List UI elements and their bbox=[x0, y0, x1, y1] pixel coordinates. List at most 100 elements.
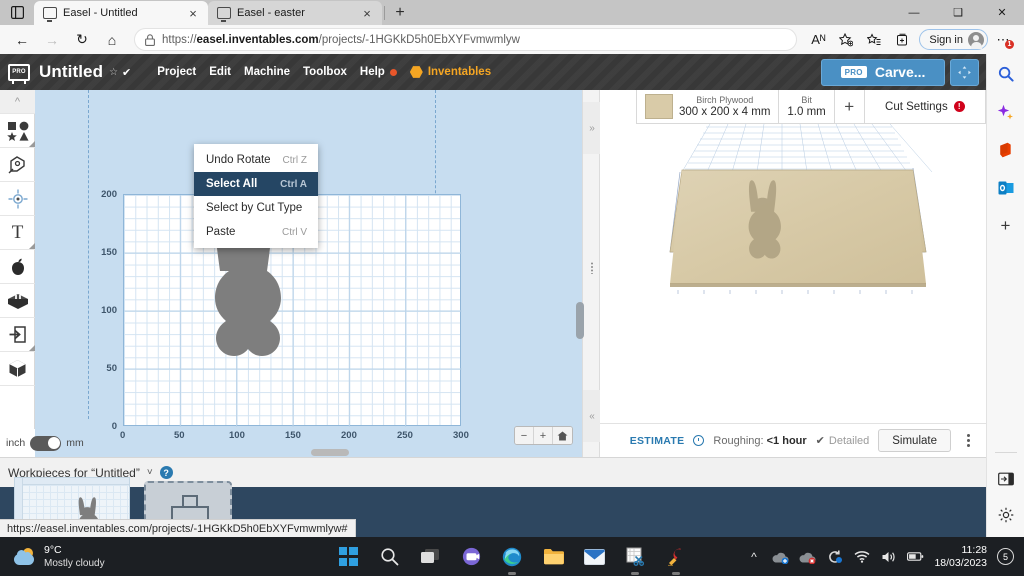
copilot-icon[interactable] bbox=[992, 98, 1020, 126]
mail-icon[interactable] bbox=[582, 545, 606, 569]
settings-gear-icon[interactable] bbox=[992, 501, 1020, 529]
menu-machine[interactable]: Machine bbox=[244, 66, 290, 78]
fullscreen-icon[interactable] bbox=[950, 58, 979, 86]
volume-icon[interactable] bbox=[880, 548, 897, 565]
carve-button[interactable]: PRO Carve... bbox=[821, 58, 945, 86]
notification-badge[interactable]: 5 bbox=[997, 548, 1014, 565]
cut-settings-label: Cut Settings bbox=[885, 100, 948, 113]
material-name: Birch Plywood bbox=[696, 95, 754, 105]
menu-edit[interactable]: Edit bbox=[209, 66, 231, 78]
back-icon[interactable]: ← bbox=[8, 28, 36, 52]
antivirus-icon[interactable] bbox=[799, 548, 816, 565]
url-input[interactable]: https://easel.inventables.com/projects/-… bbox=[134, 28, 798, 51]
taskbar-clock[interactable]: 11:28 18/03/2023 bbox=[934, 544, 987, 570]
panel-divider: » « bbox=[576, 90, 601, 457]
star-plus-icon[interactable] bbox=[833, 28, 859, 52]
home-icon[interactable]: ⌂ bbox=[98, 28, 126, 52]
bit-cell[interactable]: Bit 1.0 mm bbox=[779, 89, 835, 124]
weather-widget[interactable]: 9°C Mostly cloudy bbox=[0, 544, 105, 570]
sign-in-button[interactable]: Sign in bbox=[919, 29, 988, 50]
file-explorer-icon[interactable] bbox=[541, 545, 565, 569]
preview-panel: Birch Plywood 300 x 200 x 4 mm Bit 1.0 m… bbox=[600, 89, 986, 457]
close-icon[interactable]: × bbox=[359, 5, 375, 21]
import-tool[interactable] bbox=[0, 318, 35, 352]
home-icon[interactable] bbox=[553, 427, 572, 444]
three-d-preview[interactable] bbox=[600, 124, 986, 424]
zoom-in-button[interactable]: + bbox=[534, 427, 553, 444]
collections-icon[interactable] bbox=[889, 28, 915, 52]
read-aloud-icon[interactable]: Aᴺ bbox=[805, 28, 831, 52]
update-badge: 1 bbox=[1005, 39, 1014, 49]
new-tab-button[interactable]: + bbox=[387, 1, 413, 25]
star-icon[interactable]: ☆ bbox=[109, 67, 118, 78]
snipping-tool-icon[interactable] bbox=[623, 545, 647, 575]
url-text: https://easel.inventables.com/projects/-… bbox=[162, 33, 520, 46]
add-bit-button[interactable]: + bbox=[835, 89, 865, 124]
favorites-icon[interactable] bbox=[861, 28, 887, 52]
page-viewport: PRO Untitled ☆ ✔ Project Edit Machine To… bbox=[0, 54, 986, 537]
add-icon[interactable]: + bbox=[992, 212, 1020, 240]
expand-right-button[interactable]: » bbox=[583, 102, 601, 154]
projects-tool[interactable] bbox=[0, 284, 35, 318]
pen-tool[interactable] bbox=[0, 148, 35, 182]
task-view-icon[interactable] bbox=[418, 545, 442, 569]
onedrive-icon[interactable] bbox=[772, 548, 789, 565]
menu-project[interactable]: Project bbox=[157, 66, 196, 78]
maximize-button[interactable]: ❑ bbox=[936, 0, 980, 25]
menu-help[interactable]: Help bbox=[360, 66, 385, 78]
chevron-up-icon[interactable]: ^ bbox=[745, 548, 762, 565]
three-d-tool[interactable] bbox=[0, 352, 35, 386]
menu-toolbox[interactable]: Toolbox bbox=[303, 66, 347, 78]
browser-tab-0[interactable]: Easel - Untitled × bbox=[34, 1, 208, 25]
inventables-link[interactable]: Inventables bbox=[409, 66, 491, 79]
office-icon[interactable] bbox=[992, 136, 1020, 164]
reload-icon[interactable]: ↻ bbox=[68, 28, 96, 52]
center-tool[interactable] bbox=[0, 182, 35, 216]
simulate-button[interactable]: Simulate bbox=[878, 429, 951, 452]
close-icon[interactable]: × bbox=[185, 5, 201, 21]
detailed-estimate[interactable]: ✔ Detailed bbox=[816, 434, 870, 448]
edge-icon[interactable] bbox=[500, 545, 524, 575]
apps-tool[interactable] bbox=[0, 250, 35, 284]
menu-item-paste[interactable]: Paste Ctrl V bbox=[194, 220, 318, 244]
canvas-scrollbar[interactable] bbox=[576, 302, 584, 339]
divider-grip[interactable] bbox=[587, 261, 597, 275]
minimize-button[interactable]: — bbox=[892, 0, 936, 25]
browser-tab-1[interactable]: Easel - easter × bbox=[208, 1, 382, 25]
bit-value: 1.0 mm bbox=[787, 106, 826, 118]
browser-more-icon[interactable]: ⋯ 1 bbox=[990, 28, 1016, 52]
teams-icon[interactable] bbox=[459, 545, 483, 569]
sync-icon[interactable] bbox=[826, 548, 843, 565]
kebab-menu[interactable] bbox=[960, 434, 976, 447]
unit-switch[interactable] bbox=[30, 435, 62, 451]
outlook-icon[interactable] bbox=[992, 174, 1020, 202]
battery-icon[interactable] bbox=[907, 548, 924, 565]
chevron-down-icon[interactable]: ˅ bbox=[147, 467, 153, 478]
text-tool[interactable]: T bbox=[0, 216, 35, 250]
windows-start-icon[interactable] bbox=[336, 545, 360, 569]
tab-title: Easel - Untitled bbox=[63, 7, 138, 19]
wifi-icon[interactable] bbox=[853, 548, 870, 565]
ccleaner-icon[interactable] bbox=[664, 545, 688, 575]
zoom-out-button[interactable]: − bbox=[515, 427, 534, 444]
cut-settings-button[interactable]: Cut Settings ! bbox=[865, 90, 985, 124]
sidebar-toggle-icon[interactable] bbox=[992, 465, 1020, 493]
menu-item-select-by-cut-type[interactable]: Select by Cut Type bbox=[194, 196, 318, 220]
menu-item-undo-rotate[interactable]: Undo Rotate Ctrl Z bbox=[194, 148, 318, 172]
units-toggle[interactable]: inch mm bbox=[0, 429, 96, 457]
search-icon[interactable] bbox=[992, 60, 1020, 88]
help-icon[interactable]: ? bbox=[159, 466, 173, 479]
material-cell[interactable]: Birch Plywood 300 x 200 x 4 mm bbox=[637, 89, 780, 124]
search-icon[interactable] bbox=[377, 545, 401, 569]
canvas-resize-handle[interactable] bbox=[311, 449, 349, 456]
collapse-rail-button[interactable]: ^ bbox=[0, 90, 35, 114]
easel-logo-icon[interactable]: PRO bbox=[8, 63, 30, 84]
menu-item-select-all[interactable]: Select All Ctrl A bbox=[194, 172, 318, 196]
clock-time: 11:28 bbox=[961, 543, 988, 556]
estimate-label[interactable]: ESTIMATE bbox=[630, 435, 685, 447]
shapes-tool[interactable] bbox=[0, 114, 35, 148]
tab-list-icon[interactable] bbox=[0, 0, 34, 25]
close-window-button[interactable]: ✕ bbox=[980, 0, 1024, 25]
collapse-left-button[interactable]: « bbox=[583, 390, 601, 442]
forward-icon[interactable]: → bbox=[38, 28, 66, 52]
